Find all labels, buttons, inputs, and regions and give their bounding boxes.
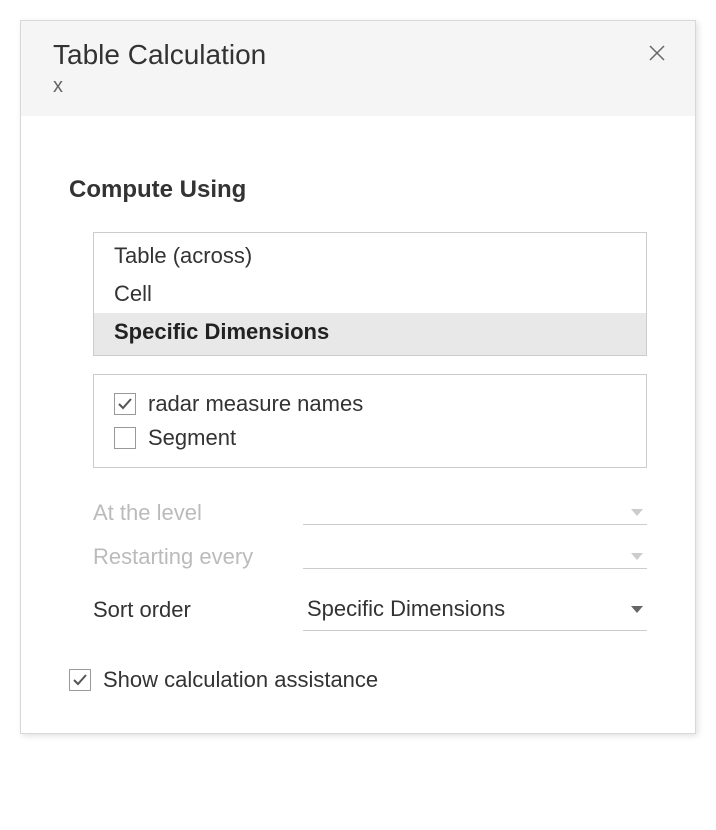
dialog-header: Table Calculation x bbox=[21, 21, 695, 116]
compute-using-title: Compute Using bbox=[69, 176, 647, 204]
dialog-body: Compute Using Table (across) Cell Specif… bbox=[21, 116, 695, 733]
restarting-every-select bbox=[303, 545, 647, 569]
show-assistance-label: Show calculation assistance bbox=[103, 667, 378, 693]
dialog-title: Table Calculation bbox=[53, 39, 266, 71]
dimension-segment: Segment bbox=[114, 421, 626, 455]
at-the-level-select bbox=[303, 501, 647, 525]
at-the-level-label: At the level bbox=[93, 500, 303, 526]
dimensions-list: radar measure names Segment bbox=[93, 374, 647, 468]
dialog-subtitle: x bbox=[53, 75, 266, 98]
sort-order-row: Sort order Specific Dimensions bbox=[93, 588, 647, 631]
sort-order-select[interactable]: Specific Dimensions bbox=[303, 588, 647, 631]
table-calculation-dialog: Table Calculation x Compute Using Table … bbox=[20, 20, 696, 734]
option-table-across[interactable]: Table (across) bbox=[94, 233, 646, 275]
option-specific-dimensions[interactable]: Specific Dimensions bbox=[94, 313, 646, 355]
chevron-down-icon bbox=[631, 553, 643, 560]
segment-label: Segment bbox=[148, 425, 236, 451]
option-cell[interactable]: Cell bbox=[94, 275, 646, 313]
compute-using-options: Table (across) Cell Specific Dimensions bbox=[93, 232, 647, 356]
restarting-every-row: Restarting every bbox=[93, 544, 647, 570]
close-icon bbox=[647, 43, 667, 63]
at-the-level-row: At the level bbox=[93, 500, 647, 526]
close-button[interactable] bbox=[643, 39, 671, 67]
dimension-radar-measure: radar measure names bbox=[114, 387, 626, 421]
header-title-group: Table Calculation x bbox=[53, 39, 266, 98]
show-assistance-row: Show calculation assistance bbox=[69, 667, 647, 693]
radar-measure-checkbox[interactable] bbox=[114, 393, 136, 415]
show-assistance-checkbox[interactable] bbox=[69, 669, 91, 691]
chevron-down-icon bbox=[631, 509, 643, 516]
sort-order-value: Specific Dimensions bbox=[307, 596, 505, 622]
check-icon bbox=[117, 396, 133, 412]
sort-order-label: Sort order bbox=[93, 597, 303, 623]
segment-checkbox[interactable] bbox=[114, 427, 136, 449]
restarting-every-label: Restarting every bbox=[93, 544, 303, 570]
chevron-down-icon bbox=[631, 606, 643, 613]
check-icon bbox=[72, 672, 88, 688]
radar-measure-label: radar measure names bbox=[148, 391, 363, 417]
